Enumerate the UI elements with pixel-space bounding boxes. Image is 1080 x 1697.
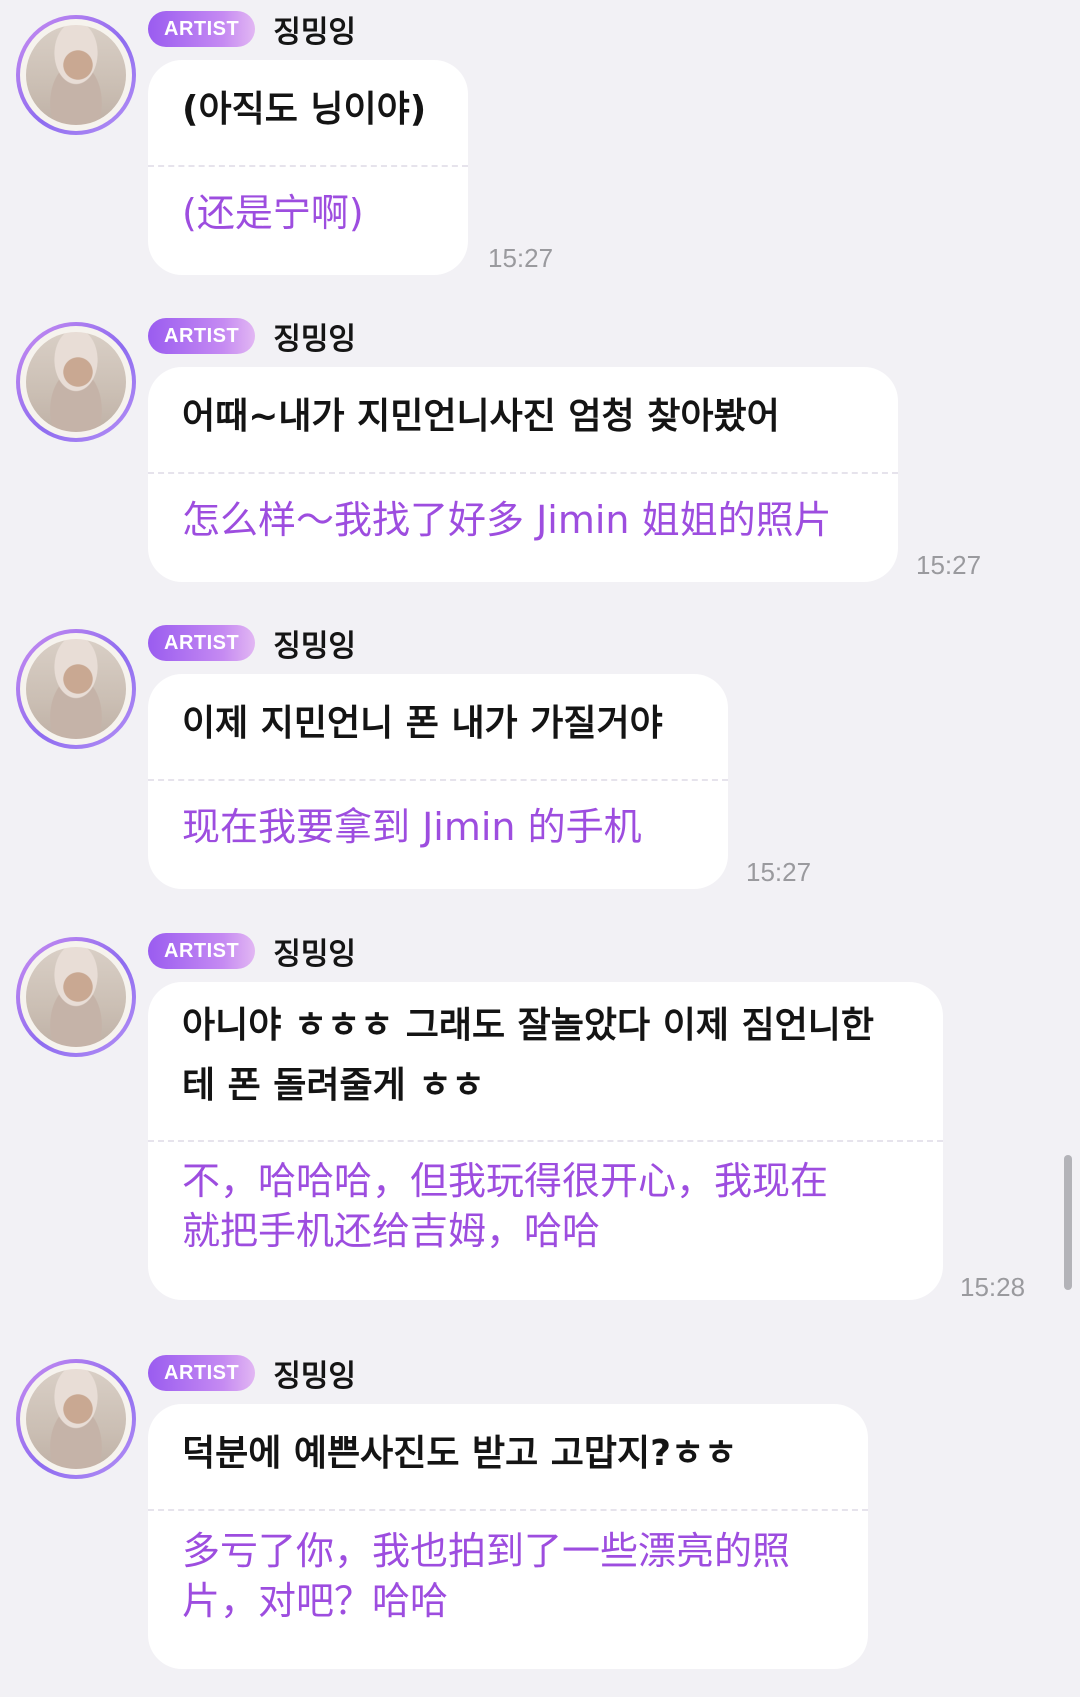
avatar[interactable] <box>16 1359 136 1479</box>
sender-row: ARTIST 징밍잉 <box>148 1351 356 1395</box>
chat-message: ARTIST 징밍잉 (아직도 닝이야) (还是宁啊) 15:27 <box>0 0 1080 285</box>
message-text: 덕분에 예쁜사진도 받고 고맙지?ㅎㅎ <box>182 1433 738 1474</box>
message-time: 15:28 <box>960 1272 1026 1302</box>
translation-text: (还是宁啊) <box>182 191 364 235</box>
artist-badge: ARTIST <box>148 625 256 661</box>
message-text: 아니야 ㅎㅎㅎ 그래도 잘놀았다 이제 짐언니한 테 폰 돌려줄게 ㅎㅎ <box>182 1005 874 1106</box>
artist-badge: ARTIST <box>148 1355 256 1391</box>
translation-text: 不，哈哈哈，但我玩得很开心，我现在 就把手机还给吉姆，哈哈 <box>182 1159 829 1253</box>
message-bubble[interactable]: 아니야 ㅎㅎㅎ 그래도 잘놀았다 이제 짐언니한 테 폰 돌려줄게 ㅎㅎ 不，哈… <box>148 982 943 1300</box>
sender-name[interactable]: 징밍잉 <box>273 621 356 665</box>
avatar[interactable] <box>16 322 136 442</box>
sender-name[interactable]: 징밍잉 <box>273 929 356 973</box>
sender-row: ARTIST 징밍잉 <box>148 929 356 973</box>
sender-row: ARTIST 징밍잉 <box>148 314 356 358</box>
message-time: 15:27 <box>488 243 554 273</box>
message-text: (아직도 닝이야) <box>182 89 427 130</box>
translation-text: 怎么样～我找了好多 Jimin 姐姐的照片 <box>182 498 832 542</box>
message-bubble[interactable]: 어때~내가 지민언니사진 엄청 찾아봤어 怎么样～我找了好多 Jimin 姐姐的… <box>148 367 898 582</box>
message-time: 15:27 <box>746 857 812 887</box>
translation-text: 现在我要拿到 Jimin 的手机 <box>182 805 642 849</box>
artist-badge: ARTIST <box>148 318 256 354</box>
translation-divider <box>148 1509 868 1511</box>
avatar[interactable] <box>16 15 136 135</box>
profile-photo <box>26 332 126 432</box>
artist-badge: ARTIST <box>148 933 256 969</box>
message-text: 어때~내가 지민언니사진 엄청 찾아봤어 <box>182 396 780 437</box>
message-time: 15:27 <box>916 550 982 580</box>
sender-row: ARTIST 징밍잉 <box>148 7 356 51</box>
profile-photo <box>26 1369 126 1469</box>
translation-text: 多亏了你，我也拍到了一些漂亮的照 片，对吧？哈哈 <box>182 1529 791 1623</box>
translation-divider <box>148 1140 943 1142</box>
sender-row: ARTIST 징밍잉 <box>148 621 356 665</box>
message-bubble[interactable]: 이제 지민언니 폰 내가 가질거야 现在我要拿到 Jimin 的手机 <box>148 674 728 889</box>
sender-name[interactable]: 징밍잉 <box>273 314 356 358</box>
artist-badge: ARTIST <box>148 11 256 47</box>
message-bubble[interactable]: (아직도 닝이야) (还是宁啊) <box>148 60 468 275</box>
sender-name[interactable]: 징밍잉 <box>273 1351 356 1395</box>
chat-message: ARTIST 징밍잉 아니야 ㅎㅎㅎ 그래도 잘놀았다 이제 짐언니한 테 폰 … <box>0 922 1080 1322</box>
translation-divider <box>148 472 898 474</box>
message-bubble[interactable]: 덕분에 예쁜사진도 받고 고맙지?ㅎㅎ 多亏了你，我也拍到了一些漂亮的照 片，对… <box>148 1404 868 1669</box>
message-text: 이제 지민언니 폰 내가 가질거야 <box>182 703 663 744</box>
chat-message: ARTIST 징밍잉 이제 지민언니 폰 내가 가질거야 现在我要拿到 Jimi… <box>0 614 1080 899</box>
profile-photo <box>26 25 126 125</box>
chat-thread[interactable]: ARTIST 징밍잉 (아직도 닝이야) (还是宁啊) 15:27 ARTIST… <box>0 0 1080 1697</box>
translation-divider <box>148 165 468 167</box>
chat-message: ARTIST 징밍잉 어때~내가 지민언니사진 엄청 찾아봤어 怎么样～我找了好… <box>0 307 1080 592</box>
chat-message: ARTIST 징밍잉 덕분에 예쁜사진도 받고 고맙지?ㅎㅎ 多亏了你，我也拍到… <box>0 1344 1080 1697</box>
avatar[interactable] <box>16 937 136 1057</box>
profile-photo <box>26 947 126 1047</box>
avatar[interactable] <box>16 629 136 749</box>
scrollbar[interactable] <box>1064 1155 1072 1290</box>
translation-divider <box>148 779 728 781</box>
sender-name[interactable]: 징밍잉 <box>273 7 356 51</box>
profile-photo <box>26 639 126 739</box>
